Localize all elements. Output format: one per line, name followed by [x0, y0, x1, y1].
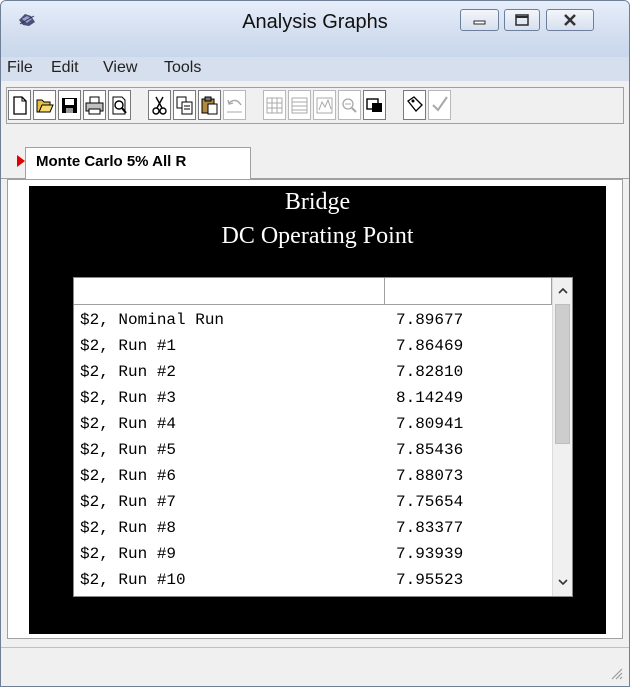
row-name: $2, Run #4 — [80, 415, 177, 433]
save-button[interactable] — [58, 90, 81, 120]
chevron-down-icon — [558, 579, 568, 586]
save-icon — [62, 98, 77, 113]
toolbar — [1, 81, 629, 147]
row-value: 7.95523 — [396, 571, 464, 589]
row-value: 7.89677 — [396, 311, 464, 329]
table-row[interactable]: $2, Run #9 7.93939 — [74, 543, 552, 569]
row-value: 7.86469 — [396, 337, 464, 355]
menu-tools[interactable]: Tools — [164, 59, 201, 77]
scroll-up-button[interactable] — [554, 279, 572, 303]
maximize-button[interactable] — [504, 9, 540, 31]
chevron-up-icon — [558, 287, 568, 294]
table-row[interactable]: $2, Run #5 7.85436 — [74, 439, 552, 465]
print-preview-icon — [112, 96, 127, 115]
results-table: $2, Nominal Run 7.89677 $2, Run #1 7.86469 $… — [73, 277, 573, 597]
table-row[interactable]: $2, Run #3 8.14249 — [74, 387, 552, 413]
table-row[interactable]: $2, Run #10 7.95523 — [74, 569, 552, 595]
undo-button[interactable] — [223, 90, 246, 120]
row-value: 8.14249 — [396, 389, 464, 407]
paste-button[interactable] — [198, 90, 221, 120]
tag-button[interactable] — [403, 90, 426, 120]
table-row[interactable]: $2, Run #6 7.88073 — [74, 465, 552, 491]
close-button[interactable] — [546, 9, 594, 31]
paste-icon — [201, 96, 218, 115]
resize-grip-icon[interactable] — [609, 666, 623, 680]
new-icon — [13, 96, 27, 115]
minimize-icon — [473, 20, 486, 25]
row-value: 7.85436 — [396, 441, 464, 459]
row-name: $2, Run #9 — [80, 545, 177, 563]
tab-strip: Monte Carlo 5% All R — [1, 147, 629, 179]
open-icon — [36, 99, 54, 113]
menu-bar: File Edit View Tools — [1, 57, 629, 81]
chart-button[interactable] — [313, 90, 336, 120]
row-name: $2, Run #6 — [80, 467, 177, 485]
row-name: $2, Run #5 — [80, 441, 177, 459]
scroll-thumb[interactable] — [555, 304, 570, 444]
copy-button[interactable] — [173, 90, 196, 120]
zoom-out-button[interactable] — [338, 90, 361, 120]
window-button[interactable] — [363, 90, 386, 120]
table-row[interactable]: $2, Run #1 7.86469 — [74, 335, 552, 361]
analysis-graphs-window: Analysis Graphs File Edit View Tools Mon… — [0, 0, 630, 687]
row-value: 7.80941 — [396, 415, 464, 433]
undo-icon — [227, 99, 242, 113]
row-name: $2, Run #2 — [80, 363, 177, 381]
row-name: $2, Run #3 — [80, 389, 177, 407]
row-name: $2, Run #10 — [80, 571, 186, 589]
menu-view[interactable]: View — [103, 59, 137, 77]
copy-icon — [176, 96, 193, 115]
grid-icon — [266, 97, 283, 114]
row-name: $2, Run #1 — [80, 337, 177, 355]
row-name: $2, Run #8 — [80, 519, 177, 537]
table-icon — [291, 97, 308, 114]
tab-monte-carlo[interactable]: Monte Carlo 5% All R — [25, 147, 251, 179]
column-header-value[interactable] — [385, 278, 552, 305]
vertical-scrollbar[interactable] — [552, 278, 572, 596]
chart-icon — [316, 97, 333, 114]
grid-button[interactable] — [263, 90, 286, 120]
table-row[interactable]: $2, Run #2 7.82810 — [74, 361, 552, 387]
print-preview-button[interactable] — [108, 90, 131, 120]
row-name: $2, Nominal Run — [80, 311, 225, 329]
cut-icon — [152, 96, 167, 115]
check-button[interactable] — [428, 90, 451, 120]
row-value: 7.82810 — [396, 363, 464, 381]
graph-title: Bridge — [284, 189, 351, 215]
cut-button[interactable] — [148, 90, 171, 120]
menu-edit[interactable]: Edit — [51, 59, 79, 77]
active-tab-marker-icon — [17, 155, 25, 167]
scroll-down-button[interactable] — [554, 570, 572, 594]
table-row[interactable]: $2, Run #8 7.83377 — [74, 517, 552, 543]
open-button[interactable] — [33, 90, 56, 120]
row-value: 7.88073 — [396, 467, 464, 485]
row-value: 7.83377 — [396, 519, 464, 537]
print-icon — [85, 96, 104, 115]
row-value: 7.75654 — [396, 493, 464, 511]
table-row[interactable]: $2, Run #7 7.75654 — [74, 491, 552, 517]
menu-file[interactable]: File — [7, 59, 33, 77]
window-icon — [366, 98, 382, 112]
print-button[interactable] — [83, 90, 106, 120]
maximize-icon — [515, 14, 529, 26]
tab-label: Monte Carlo 5% All R — [36, 153, 187, 170]
column-header-name[interactable] — [74, 278, 385, 305]
row-value: 7.93939 — [396, 545, 464, 563]
table-row[interactable]: $2, Nominal Run 7.89677 — [74, 309, 552, 335]
check-icon — [432, 96, 448, 112]
title-bar[interactable]: Analysis Graphs — [1, 1, 629, 57]
close-icon — [564, 14, 576, 26]
status-bar — [1, 647, 629, 686]
tag-icon — [407, 96, 423, 112]
table-button[interactable] — [288, 90, 311, 120]
table-row[interactable]: $2, Run #4 7.80941 — [74, 413, 552, 439]
new-button[interactable] — [8, 90, 31, 120]
row-name: $2, Run #7 — [80, 493, 177, 511]
zoom-out-icon — [342, 98, 357, 113]
graph-subtitle: DC Operating Point — [221, 223, 414, 249]
minimize-button[interactable] — [460, 9, 499, 31]
